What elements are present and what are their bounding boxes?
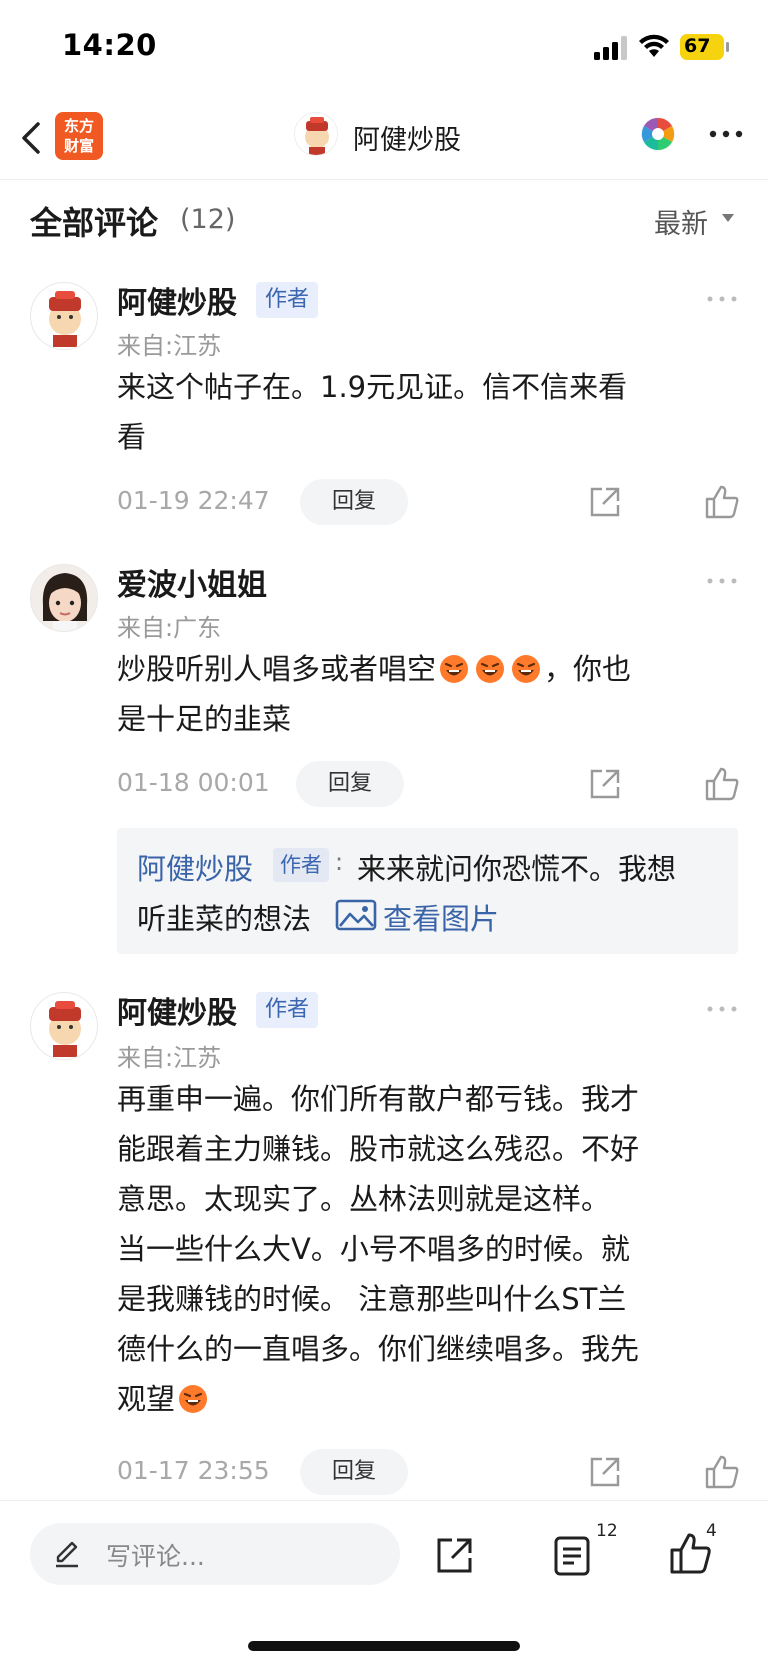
nav-title: 阿健炒股 <box>353 125 461 156</box>
reply-button[interactable]: 回复 <box>296 761 404 807</box>
comment-text-line: 观望 <box>117 1374 737 1424</box>
author-badge: 作者 <box>256 282 319 318</box>
caret-down-icon[interactable] <box>722 214 734 222</box>
reply-button[interactable]: 回复 <box>300 1449 408 1495</box>
comment-text-segment: 观望 <box>117 1382 176 1416</box>
comments-title: 全部评论 <box>30 204 159 242</box>
comment-text-line: 德什么的一直唱多。你们继续唱多。我先 <box>117 1332 640 1366</box>
share-icon[interactable] <box>588 1455 622 1489</box>
comment-input[interactable]: 写评论... <box>30 1523 400 1585</box>
reply-text-line: 听韭菜的想法 <box>137 902 312 936</box>
thumbs-up-icon[interactable] <box>704 1454 740 1490</box>
comment-text-line: 来这个帖子在。1.9元见证。信不信来看 <box>117 370 628 404</box>
nav-bar: 东方 财富 阿健炒股 <box>0 100 768 180</box>
location: 来自:广东 <box>117 614 222 642</box>
share-icon[interactable] <box>588 485 622 519</box>
more-dots-icon[interactable] <box>706 576 738 586</box>
comment-text: 再重申一遍。你们所有散户都亏钱。我才 能跟着主力赚钱。股市就这么残忍。不好 意思… <box>117 1074 737 1424</box>
battery-level: 67 <box>684 35 711 57</box>
wifi-icon <box>639 34 669 57</box>
fortune-god-icon <box>49 1001 81 1057</box>
comment-text-line: 意思。太现实了。丛林法则就是这样。 <box>117 1182 611 1216</box>
app-logo-line1: 东方 <box>63 117 94 135</box>
comment-text-line: 炒股听别人唱多或者唱空 ，你也 <box>117 644 737 694</box>
more-dots-icon[interactable] <box>706 294 738 304</box>
app-logo-line2: 财富 <box>63 137 94 155</box>
username[interactable]: 爱波小姐姐 <box>117 560 267 604</box>
author-badge: 作者 <box>273 848 329 882</box>
username[interactable]: 阿健炒股 <box>117 988 237 1032</box>
pen-icon <box>56 1541 78 1568</box>
username[interactable]: 阿健炒股 <box>117 278 237 322</box>
fortune-god-icon <box>305 117 329 155</box>
comment-text: 来这个帖子在。1.9元见证。信不信来看 看 <box>117 362 737 462</box>
comment-input-placeholder: 写评论... <box>106 1542 205 1571</box>
share-icon[interactable] <box>588 767 622 801</box>
sort-dropdown[interactable]: 最新 <box>654 202 708 241</box>
comments-count: (12) <box>180 204 236 235</box>
laughing-emoji-icon <box>440 655 469 683</box>
reply-colon: : <box>335 848 344 876</box>
comment-text-segment: ，你也 <box>544 652 632 686</box>
comment-text: 炒股听别人唱多或者唱空 ，你也 是十足的韭菜 <box>117 644 737 744</box>
status-time: 14:20 <box>62 28 157 62</box>
more-dots-icon[interactable] <box>706 1004 738 1014</box>
view-image-link[interactable]: 查看图片 <box>383 896 499 938</box>
battery-icon: 67 <box>680 34 730 60</box>
comment-text-line: 是十足的韭菜 <box>117 702 292 736</box>
comment-text-line: 是我赚钱的时候。 注意那些叫什么ST兰 <box>117 1282 627 1316</box>
app-logo[interactable]: 东方 财富 <box>55 112 103 160</box>
more-icon[interactable] <box>708 124 744 144</box>
home-indicator[interactable] <box>248 1641 520 1651</box>
laughing-emoji-icon <box>179 1385 208 1413</box>
thumbs-up-icon[interactable] <box>704 766 740 802</box>
comment-text-line: 能跟着主力赚钱。股市就这么残忍。不好 <box>117 1132 640 1166</box>
status-bar: 14:20 67 <box>0 0 768 100</box>
comment-time: 01-19 22:47 <box>117 486 270 515</box>
comment-text-line: 再重申一遍。你们所有散户都亏钱。我才 <box>117 1082 640 1116</box>
camera-icon[interactable] <box>638 114 678 154</box>
reply-username[interactable]: 阿健炒股 <box>137 846 253 888</box>
fortune-god-icon <box>49 291 81 347</box>
reply-text-line: 来来就问你恐慌不。我想 <box>357 852 677 886</box>
comment-list-icon[interactable] <box>552 1535 592 1577</box>
image-icon[interactable] <box>335 898 377 932</box>
comment-time: 01-17 23:55 <box>117 1456 270 1485</box>
comments-header: 全部评论 (12) 最新 <box>0 180 768 260</box>
bottom-bar: 写评论... 12 4 <box>0 1500 768 1663</box>
comment-count: 12 <box>596 1521 618 1541</box>
comment-time: 01-18 00:01 <box>117 768 270 797</box>
share-icon[interactable] <box>435 1535 475 1575</box>
back-icon[interactable] <box>16 118 46 158</box>
comment-text-line: 当一些什么大V。小号不唱多的时候。就 <box>117 1232 630 1266</box>
author-badge: 作者 <box>256 992 319 1028</box>
girl-avatar-icon <box>31 565 97 631</box>
signal-icon <box>594 36 627 60</box>
avatar[interactable] <box>30 282 98 350</box>
thumbs-up-icon[interactable] <box>704 484 740 520</box>
nav-avatar[interactable] <box>294 112 338 156</box>
like-count: 4 <box>706 1521 717 1541</box>
laughing-emoji-icon <box>476 655 505 683</box>
nested-reply[interactable]: 阿健炒股 作者 : 来来就问你恐慌不。我想 听韭菜的想法 查看图片 <box>117 828 738 954</box>
comment-text-segment: 炒股听别人唱多或者唱空 <box>117 652 437 686</box>
laughing-emoji-icon <box>512 655 541 683</box>
reply-button[interactable]: 回复 <box>300 479 408 525</box>
comment-text-line: 看 <box>117 420 147 454</box>
avatar[interactable] <box>30 992 98 1060</box>
location: 来自:江苏 <box>117 332 222 360</box>
avatar[interactable] <box>30 564 98 632</box>
location: 来自:江苏 <box>117 1044 222 1072</box>
